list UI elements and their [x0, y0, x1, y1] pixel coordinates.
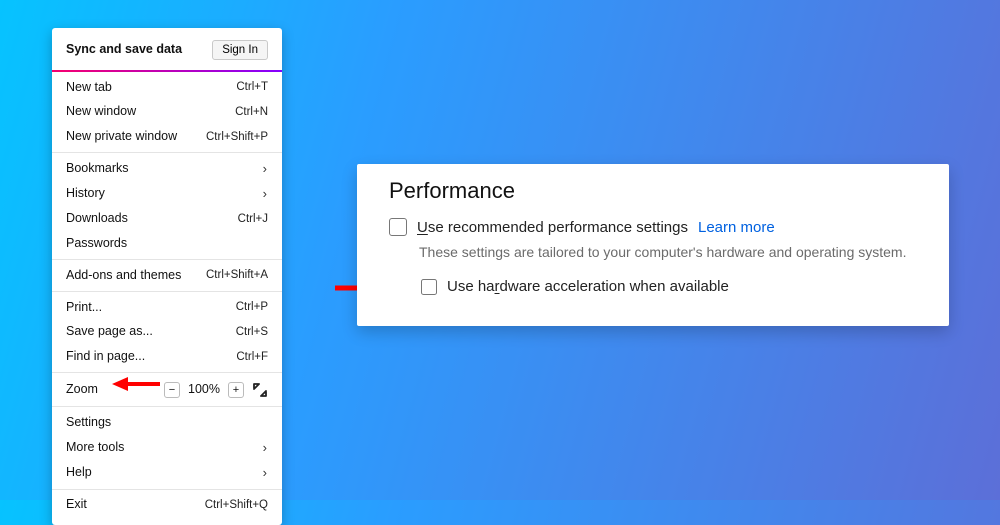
menu-label: Save page as... — [66, 325, 153, 339]
panel-description: These settings are tailored to your comp… — [419, 244, 917, 260]
performance-panel: Performance Use recommended performance … — [357, 164, 949, 326]
menu-sync-label: Sync and save data — [66, 43, 182, 57]
menu-more-tools[interactable]: More tools › — [52, 435, 282, 460]
menu-separator — [52, 406, 282, 407]
menu-bookmarks[interactable]: Bookmarks › — [52, 156, 282, 181]
menu-shortcut: Ctrl+P — [236, 301, 268, 314]
menu-separator — [52, 372, 282, 373]
menu-find-in-page[interactable]: Find in page... Ctrl+F — [52, 345, 282, 370]
menu-exit[interactable]: Exit Ctrl+Shift+Q — [52, 493, 282, 518]
menu-shortcut: Ctrl+F — [236, 351, 268, 364]
menu-label: Passwords — [66, 237, 127, 251]
app-menu: Sync and save data Sign In New tab Ctrl+… — [52, 28, 282, 525]
menu-history[interactable]: History › — [52, 182, 282, 207]
menu-label: New private window — [66, 130, 177, 144]
chevron-right-icon: › — [263, 162, 268, 176]
chevron-right-icon: › — [263, 466, 268, 480]
menu-label: Exit — [66, 498, 87, 512]
menu-shortcut: Ctrl+Shift+P — [206, 131, 268, 144]
menu-label: Settings — [66, 416, 111, 430]
menu-new-window[interactable]: New window Ctrl+N — [52, 100, 282, 125]
menu-label: More tools — [66, 441, 124, 455]
menu-shortcut: Ctrl+N — [235, 106, 268, 119]
zoom-in-button[interactable]: + — [228, 382, 244, 398]
menu-label: Help — [66, 466, 92, 480]
menu-help[interactable]: Help › — [52, 460, 282, 485]
menu-shortcut: Ctrl+Shift+Q — [205, 499, 268, 512]
menu-separator — [52, 489, 282, 490]
chevron-right-icon: › — [263, 187, 268, 201]
menu-label: Bookmarks — [66, 162, 129, 176]
fullscreen-icon[interactable] — [252, 382, 268, 398]
sign-in-button[interactable]: Sign In — [212, 40, 268, 60]
menu-shortcut: Ctrl+Shift+A — [206, 269, 268, 282]
menu-sync-save[interactable]: Sync and save data Sign In — [52, 34, 282, 65]
menu-label: Zoom — [66, 383, 98, 397]
menu-print[interactable]: Print... Ctrl+P — [52, 295, 282, 320]
menu-label: History — [66, 187, 105, 201]
menu-separator — [52, 152, 282, 153]
hardware-accel-checkbox[interactable] — [421, 279, 437, 295]
menu-save-page-as[interactable]: Save page as... Ctrl+S — [52, 320, 282, 345]
menu-addons-themes[interactable]: Add-ons and themes Ctrl+Shift+A — [52, 263, 282, 288]
zoom-value: 100% — [188, 383, 220, 397]
menu-separator — [52, 259, 282, 260]
hardware-accel-label: Use hardware acceleration when available — [447, 278, 729, 295]
use-recommended-checkbox[interactable] — [389, 218, 407, 236]
menu-shortcut: Ctrl+J — [238, 213, 268, 226]
menu-new-tab[interactable]: New tab Ctrl+T — [52, 75, 282, 100]
hardware-accel-row[interactable]: Use hardware acceleration when available — [389, 278, 917, 295]
learn-more-link[interactable]: Learn more — [698, 219, 775, 236]
use-recommended-label: Use recommended performance settings — [417, 219, 688, 236]
menu-label: Print... — [66, 301, 102, 315]
menu-label: Add-ons and themes — [66, 269, 181, 283]
menu-accent-separator — [52, 70, 282, 72]
menu-new-private-window[interactable]: New private window Ctrl+Shift+P — [52, 125, 282, 150]
zoom-out-button[interactable]: − — [164, 382, 180, 398]
menu-zoom: Zoom − 100% + — [52, 376, 282, 403]
menu-settings[interactable]: Settings — [52, 410, 282, 435]
menu-shortcut: Ctrl+S — [236, 326, 268, 339]
chevron-right-icon: › — [263, 441, 268, 455]
menu-passwords[interactable]: Passwords — [52, 232, 282, 257]
menu-separator — [52, 291, 282, 292]
use-recommended-row[interactable]: Use recommended performance settings Lea… — [389, 218, 917, 236]
panel-title: Performance — [389, 178, 917, 204]
menu-label: Find in page... — [66, 350, 145, 364]
menu-label: Downloads — [66, 212, 128, 226]
menu-downloads[interactable]: Downloads Ctrl+J — [52, 207, 282, 232]
menu-shortcut: Ctrl+T — [236, 81, 268, 94]
menu-label: New window — [66, 105, 136, 119]
menu-label: New tab — [66, 81, 112, 95]
